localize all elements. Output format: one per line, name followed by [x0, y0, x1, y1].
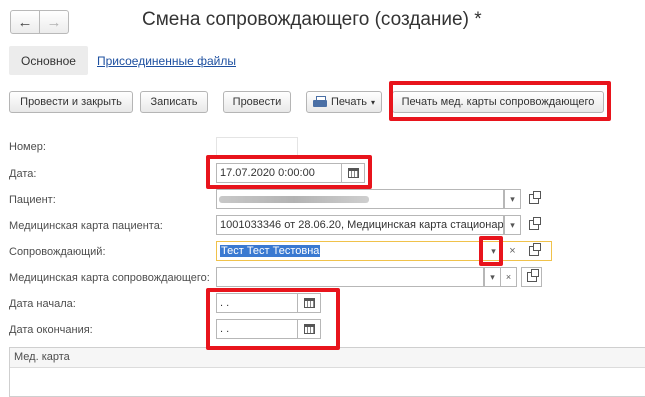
patient-card-field[interactable]: 1001033346 от 28.06.20, Медицинская карт… — [216, 215, 504, 235]
print-card-label: Печать мед. карты сопровождающего — [401, 96, 595, 108]
post-label: Провести — [232, 96, 282, 108]
patient-card-dropdown-button[interactable]: ▾ — [504, 215, 521, 235]
calendar-icon — [303, 324, 315, 334]
print-card-button[interactable]: Печать мед. карты сопровождающего — [392, 91, 604, 113]
chevron-down-icon: ▾ — [370, 97, 375, 107]
date-field[interactable]: 17.07.2020 0:00:00 — [216, 163, 342, 183]
companion-card-clear-button[interactable]: × — [500, 267, 517, 287]
close-icon: × — [505, 272, 512, 282]
chevron-down-icon: ▾ — [491, 245, 496, 256]
print-label: Печать — [330, 96, 367, 108]
companion-card-field[interactable] — [216, 267, 484, 287]
start-date-label: Дата начала: — [9, 298, 76, 310]
end-date-label: Дата окончания: — [9, 324, 93, 336]
open-icon — [528, 217, 541, 230]
patient-card-label: Медицинская карта пациента: — [9, 220, 163, 232]
patient-card-open-button[interactable] — [525, 216, 542, 234]
companion-card-dropdown-button[interactable]: ▾ — [484, 267, 501, 287]
companion-card-open-button[interactable] — [521, 267, 542, 287]
calendar-button[interactable] — [341, 163, 365, 183]
tab-attached-files[interactable]: Присоединенные файлы — [97, 54, 236, 68]
post-and-close-label: Провести и закрыть — [20, 96, 122, 108]
number-label: Номер: — [9, 141, 46, 153]
save-label: Записать — [150, 96, 198, 108]
close-icon: × — [509, 245, 516, 257]
companion-open-button[interactable] — [525, 242, 542, 260]
patient-open-button[interactable] — [525, 190, 542, 208]
companion-clear-button[interactable]: × — [504, 242, 521, 260]
start-date-field[interactable]: . . — [216, 293, 298, 313]
forward-button[interactable]: → — [39, 10, 69, 34]
chevron-down-icon: ▾ — [510, 193, 515, 204]
start-date-calendar-button[interactable] — [297, 293, 321, 313]
tab-main[interactable]: Основное — [9, 46, 88, 75]
redacted-patient-name — [219, 196, 369, 203]
back-button[interactable]: ← — [10, 10, 40, 34]
print-button[interactable]: Печать ▾ — [306, 91, 382, 113]
calendar-icon — [303, 298, 315, 308]
date-label: Дата: — [9, 168, 37, 180]
end-date-calendar-button[interactable] — [297, 319, 321, 339]
calendar-icon — [347, 168, 359, 178]
open-icon — [526, 269, 539, 282]
arrow-left-icon: ← — [17, 13, 33, 31]
companion-label: Сопровождающий: — [9, 246, 106, 258]
patient-dropdown-button[interactable]: ▾ — [504, 189, 521, 209]
panel-title: Мед. карта — [10, 348, 645, 368]
page-title: Смена сопровождающего (создание) * — [142, 9, 482, 30]
end-date-field[interactable]: . . — [216, 319, 298, 339]
number-field[interactable] — [216, 137, 298, 157]
chevron-down-icon: ▾ — [510, 219, 515, 230]
companion-card-label: Медицинская карта сопровождающего: — [9, 272, 210, 284]
chevron-down-icon: ▾ — [490, 271, 495, 282]
open-icon — [528, 243, 541, 256]
open-icon — [528, 191, 541, 204]
patient-label: Пациент: — [9, 194, 56, 206]
medical-card-panel: Мед. карта — [9, 347, 645, 397]
companion-dropdown-button[interactable]: ▾ — [485, 242, 502, 260]
companion-value: Тест Тест Тестовна — [220, 245, 321, 257]
post-and-close-button[interactable]: Провести и закрыть — [9, 91, 133, 113]
printer-icon — [313, 96, 327, 108]
save-button[interactable]: Записать — [140, 91, 208, 113]
arrow-right-icon: → — [46, 13, 62, 31]
post-button[interactable]: Провести — [223, 91, 291, 113]
